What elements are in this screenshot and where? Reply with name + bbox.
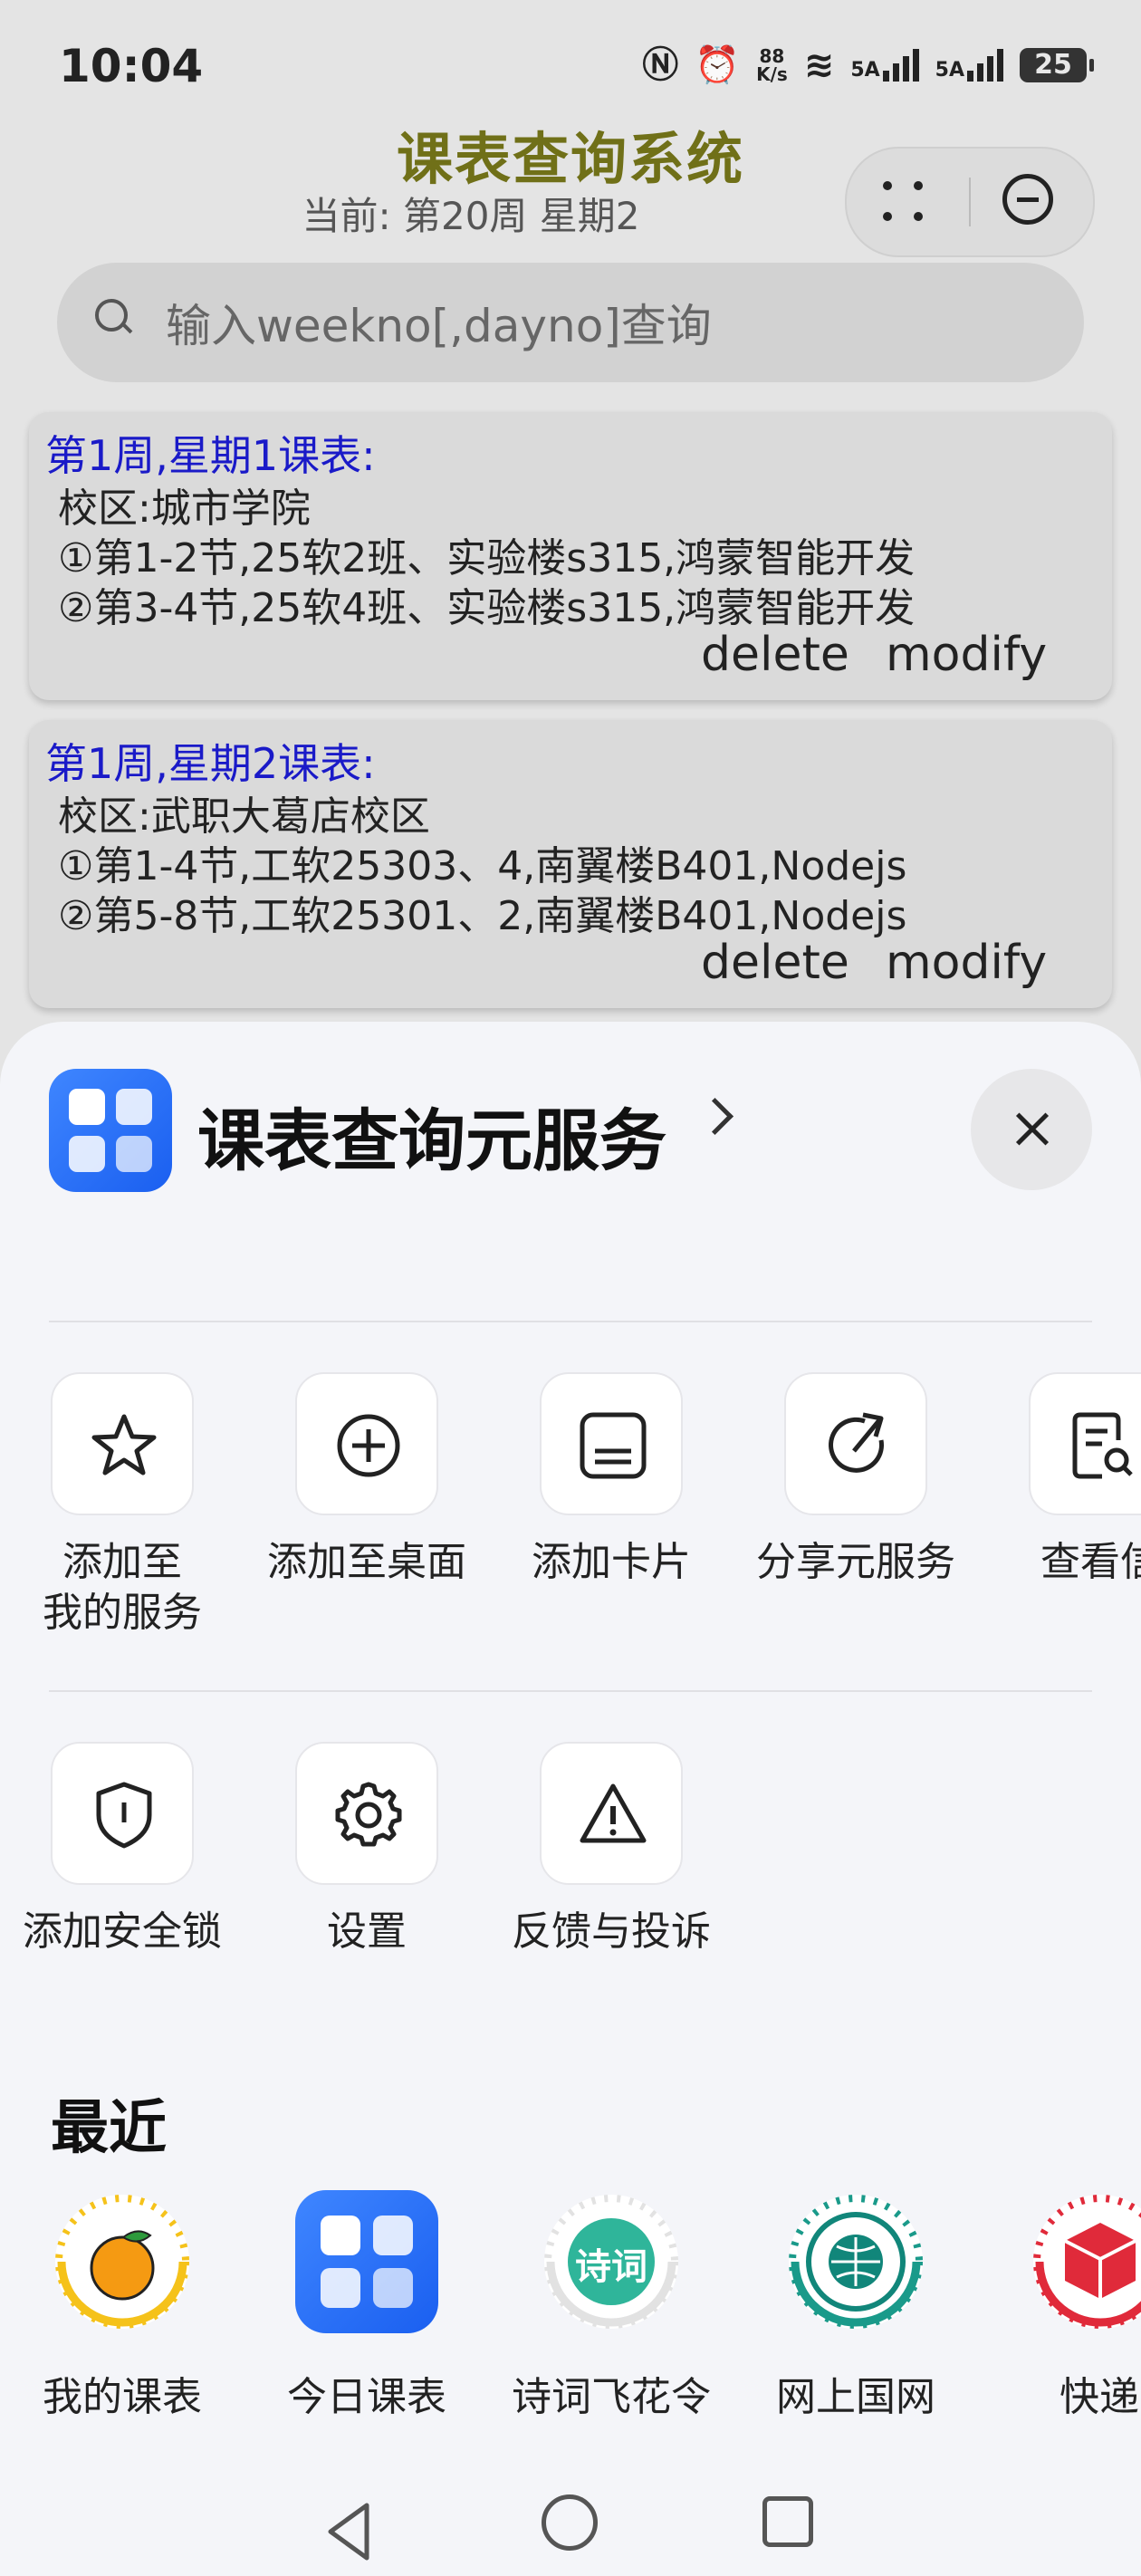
schedule-card: 第1周,星期1课表: 校区:城市学院 ①第1-2节,25软2班、实验楼s315,… xyxy=(29,412,1112,700)
search-input[interactable]: 输入weekno[,dayno]查询 xyxy=(57,263,1084,382)
card-line: ②第3-4节,25软4班、实验楼s315,鸿蒙智能开发 xyxy=(58,585,916,631)
service-logo-icon xyxy=(49,1069,172,1192)
navigation-bar xyxy=(0,2485,1141,2576)
add-circle-icon xyxy=(295,1372,438,1515)
card-icon xyxy=(540,1372,683,1515)
action-label: 添加卡片 xyxy=(532,1539,691,1585)
star-icon xyxy=(51,1372,194,1515)
action-label: 分享元服务 xyxy=(756,1539,955,1585)
add-security-lock-button[interactable]: 添加安全锁 xyxy=(0,1742,244,1957)
nfc-icon: Ⓝ xyxy=(642,44,679,86)
warning-icon xyxy=(540,1742,683,1885)
recent-title: 最近 xyxy=(51,2095,167,2162)
status-bar: 10:04 Ⓝ ⏰ 88 K/s ≋ 5A 5A 25 xyxy=(0,36,1141,100)
status-icons: Ⓝ ⏰ 88 K/s ≋ 5A 5A 25 xyxy=(642,43,1094,87)
view-info-button[interactable]: 查看信 xyxy=(978,1372,1141,1588)
grid-app-icon xyxy=(295,2190,438,2333)
back-icon[interactable] xyxy=(321,2500,376,2563)
poetry-icon: 诗词 xyxy=(540,2190,683,2333)
app-label: 快递 xyxy=(1060,2374,1139,2420)
network-speed: 88 K/s xyxy=(756,47,788,83)
speed-unit: K/s xyxy=(756,63,788,85)
capsule-divider xyxy=(969,178,971,226)
app-label: 今日课表 xyxy=(287,2374,446,2420)
card-line: ②第5-8节,工软25301、2,南翼楼B401,Nodejs xyxy=(58,893,907,939)
minimize-icon[interactable] xyxy=(1002,174,1053,225)
card-title: 第1周,星期2课表: xyxy=(45,739,376,788)
delete-button[interactable]: delete xyxy=(701,936,849,990)
action-label: 设置 xyxy=(327,1908,407,1955)
chevron-right-icon[interactable] xyxy=(695,1097,734,1136)
divider xyxy=(49,1690,1092,1692)
delete-button[interactable]: delete xyxy=(701,628,849,682)
service-sheet: 课表查询元服务 添加至 我的服务 添加至桌面 添加卡片 分享元服务 查看信 添加… xyxy=(0,1022,1141,2576)
gear-icon xyxy=(295,1742,438,1885)
action-label: 反馈与投诉 xyxy=(512,1908,711,1955)
signal-1-label: 5A xyxy=(850,59,880,82)
modify-button[interactable]: modify xyxy=(886,628,1047,682)
action-label: 查看信 xyxy=(1040,1539,1141,1585)
add-card-button[interactable]: 添加卡片 xyxy=(489,1372,734,1588)
signal-2: 5A xyxy=(935,49,1003,82)
card-title: 第1周,星期1课表: xyxy=(45,431,376,480)
share-icon xyxy=(784,1372,927,1515)
add-to-my-services-button[interactable]: 添加至 我的服务 xyxy=(0,1372,244,1639)
alarm-icon: ⏰ xyxy=(695,44,741,86)
recent-app-poetry[interactable]: 诗词 诗词飞花令 xyxy=(489,2190,734,2422)
action-label: 添加至 xyxy=(62,1539,182,1585)
signal-bars-icon xyxy=(882,49,919,82)
app-label: 我的课表 xyxy=(43,2374,202,2420)
action-label: 我的服务 xyxy=(43,1590,202,1636)
state-grid-icon xyxy=(784,2190,927,2333)
service-title[interactable]: 课表查询元服务 xyxy=(197,1087,666,1184)
signal-2-label: 5A xyxy=(935,59,964,82)
action-label: 添加安全锁 xyxy=(23,1908,222,1955)
close-button[interactable] xyxy=(971,1069,1092,1190)
action-label: 添加至桌面 xyxy=(267,1539,466,1585)
signal-bars-icon xyxy=(967,49,1003,82)
add-to-desktop-button[interactable]: 添加至桌面 xyxy=(244,1372,489,1588)
home-icon[interactable] xyxy=(542,2494,598,2551)
recent-app-state-grid[interactable]: 网上国网 xyxy=(734,2190,978,2422)
status-time: 10:04 xyxy=(59,40,204,92)
modify-button[interactable]: modify xyxy=(886,936,1047,990)
schedule-card: 第1周,星期2课表: 校区:武职大葛店校区 ①第1-4节,工软25303、4,南… xyxy=(29,720,1112,1008)
shield-icon xyxy=(51,1742,194,1885)
document-search-icon xyxy=(1029,1372,1141,1515)
search-placeholder: 输入weekno[,dayno]查询 xyxy=(166,300,712,352)
wifi-icon: ≋ xyxy=(803,44,835,86)
app-label: 网上国网 xyxy=(776,2374,935,2420)
app-label: 诗词飞花令 xyxy=(512,2374,711,2420)
signal-1: 5A xyxy=(850,49,919,82)
search-icon xyxy=(95,299,129,333)
recent-app-my-schedule[interactable]: 我的课表 xyxy=(0,2190,244,2422)
package-icon xyxy=(1029,2190,1141,2333)
more-dots-icon[interactable] xyxy=(881,179,926,225)
speed-value: 88 xyxy=(759,45,785,67)
poetry-badge: 诗词 xyxy=(575,2246,647,2288)
battery-icon: 25 xyxy=(1020,48,1094,82)
orange-icon xyxy=(51,2190,194,2333)
background-app: 10:04 Ⓝ ⏰ 88 K/s ≋ 5A 5A 25 课表查询系统 当前: 第… xyxy=(0,0,1141,1087)
recent-app-today-schedule[interactable]: 今日课表 xyxy=(244,2190,489,2422)
recents-icon[interactable] xyxy=(762,2496,813,2547)
settings-button[interactable]: 设置 xyxy=(244,1742,489,1957)
menu-capsule xyxy=(845,147,1095,257)
recent-app-express[interactable]: 快递 xyxy=(978,2190,1141,2422)
divider xyxy=(49,1321,1092,1322)
feedback-button[interactable]: 反馈与投诉 xyxy=(489,1742,734,1957)
share-service-button[interactable]: 分享元服务 xyxy=(734,1372,978,1588)
